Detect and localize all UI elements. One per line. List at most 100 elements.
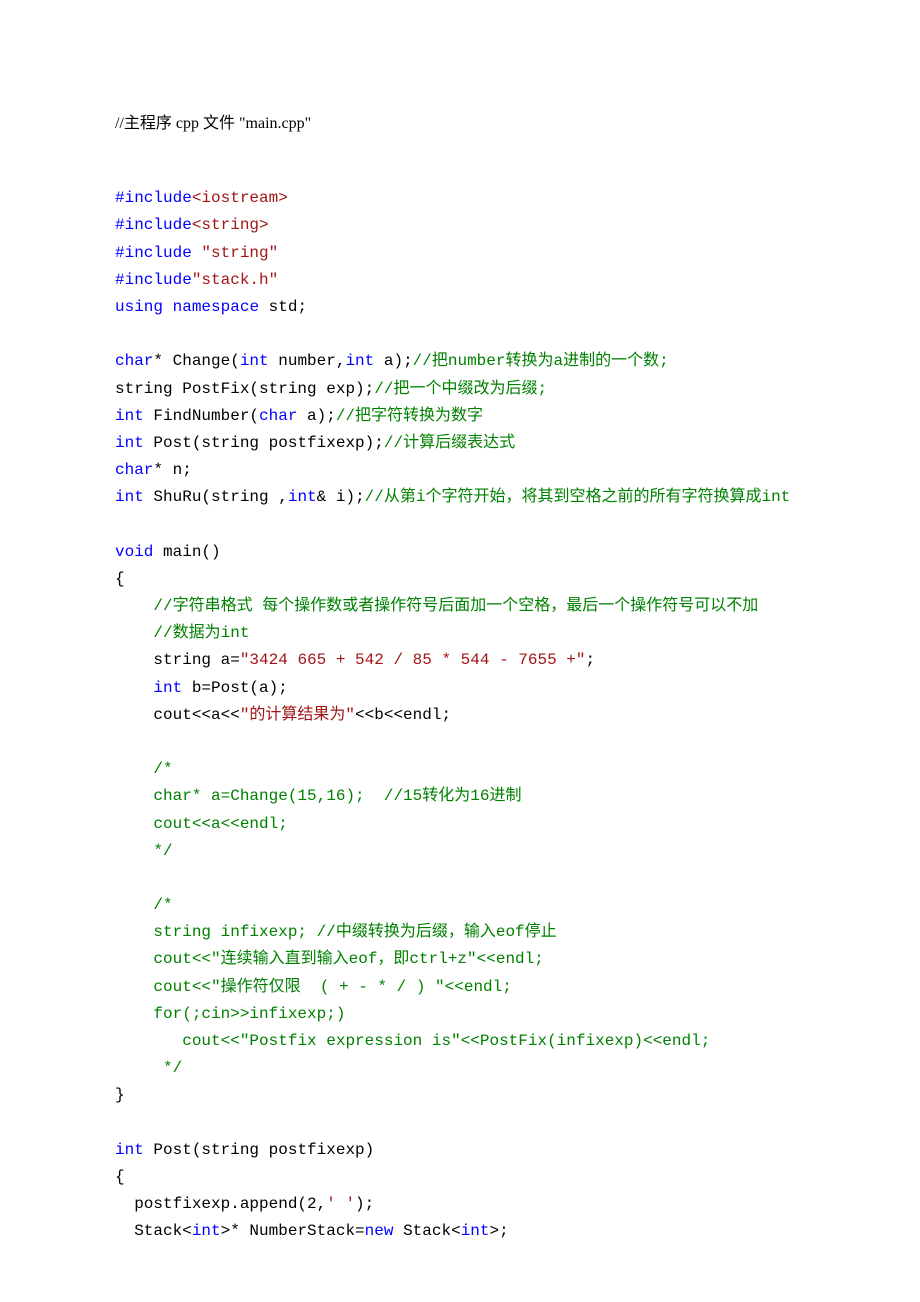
- code-token: int: [345, 352, 374, 370]
- code-line: cout<<a<<endl;: [115, 811, 805, 838]
- code-line: Stack<int>* NumberStack=new Stack<int>;: [115, 1218, 805, 1245]
- code-token: char: [115, 461, 153, 479]
- code-token: int: [115, 488, 144, 506]
- code-line: string a="3424 665 + 542 / 85 * 544 - 76…: [115, 647, 805, 674]
- code-token: b=Post(a);: [182, 679, 288, 697]
- code-line: [115, 865, 805, 892]
- code-token: [115, 597, 153, 615]
- code-token: */: [115, 1059, 182, 1077]
- code-token: <<b<<endl;: [355, 706, 451, 724]
- code-line: [115, 1110, 805, 1137]
- code-token: */: [115, 842, 173, 860]
- code-token: main(): [153, 543, 220, 561]
- code-token: #include: [115, 271, 192, 289]
- code-token: int: [115, 407, 144, 425]
- code-line: }: [115, 1082, 805, 1109]
- code-token: int: [461, 1222, 490, 1240]
- header-text: //主程序 cpp 文件 "main.cpp": [115, 115, 311, 132]
- code-line: */: [115, 838, 805, 865]
- code-token: Post(string postfixexp);: [144, 434, 384, 452]
- code-line: [115, 729, 805, 756]
- code-line: string PostFix(string exp);//把一个中缀改为后缀;: [115, 376, 805, 403]
- code-token: {: [115, 1168, 125, 1186]
- code-line: /*: [115, 756, 805, 783]
- code-line: int FindNumber(char a);//把字符转换为数字: [115, 403, 805, 430]
- code-token: [163, 298, 173, 316]
- code-line: #include<iostream>: [115, 185, 805, 212]
- code-token: ShuRu(string ,: [144, 488, 288, 506]
- code-line: {: [115, 566, 805, 593]
- code-line: cout<<"Postfix expression is"<<PostFix(i…: [115, 1028, 805, 1055]
- code-token: void: [115, 543, 153, 561]
- code-token: "的计算结果为": [240, 706, 355, 724]
- code-line: char* Change(int number,int a);//把number…: [115, 348, 805, 375]
- code-token: cout<<"连续输入直到输入eof，即ctrl+z"<<endl;: [115, 950, 544, 968]
- code-token: {: [115, 570, 125, 588]
- code-token: [115, 760, 153, 778]
- code-token: char: [259, 407, 297, 425]
- code-token: #include: [115, 244, 192, 262]
- code-token: //数据为int: [153, 624, 249, 642]
- code-token: }: [115, 1086, 125, 1104]
- code-token: /*: [153, 896, 172, 914]
- code-line: int Post(string postfixexp): [115, 1137, 805, 1164]
- code-line: int b=Post(a);: [115, 675, 805, 702]
- code-token: & i);: [317, 488, 365, 506]
- code-token: int: [192, 1222, 221, 1240]
- code-token: //计算后缀表达式: [384, 434, 515, 452]
- code-token: int: [115, 434, 144, 452]
- code-token: //把字符转换为数字: [336, 407, 483, 425]
- code-token: "stack.h": [192, 271, 278, 289]
- code-line: void main(): [115, 539, 805, 566]
- code-token: for(;cin>>infixexp;): [115, 1005, 345, 1023]
- code-token: #include: [115, 216, 192, 234]
- code-token: <string>: [192, 216, 269, 234]
- code-line: int ShuRu(string ,int& i);//从第i个字符开始，将其到…: [115, 484, 805, 511]
- code-token: cout<<a<<: [115, 706, 240, 724]
- code-line: int Post(string postfixexp);//计算后缀表达式: [115, 430, 805, 457]
- code-token: [115, 896, 153, 914]
- code-line: postfixexp.append(2,' ');: [115, 1191, 805, 1218]
- code-token: int: [288, 488, 317, 506]
- code-token: [192, 244, 202, 262]
- code-token: string a=: [115, 651, 240, 669]
- code-token: int: [115, 1141, 144, 1159]
- code-line: cout<<a<<"的计算结果为"<<b<<endl;: [115, 702, 805, 729]
- code-token: //把一个中缀改为后缀;: [374, 380, 547, 398]
- code-token: postfixexp.append(2,: [115, 1195, 326, 1213]
- code-token: int: [153, 679, 182, 697]
- code-token: new: [365, 1222, 394, 1240]
- code-line: #include "string": [115, 240, 805, 267]
- code-token: string PostFix(string exp);: [115, 380, 374, 398]
- code-line: //数据为int: [115, 620, 805, 647]
- code-token: ' ': [326, 1195, 355, 1213]
- code-token: * n;: [153, 461, 191, 479]
- code-token: Stack<: [393, 1222, 460, 1240]
- document-header: //主程序 cpp 文件 "main.cpp": [115, 110, 805, 137]
- code-line: cout<<"操作符仅限 ( + - * / ) "<<endl;: [115, 974, 805, 1001]
- code-token: >* NumberStack=: [221, 1222, 365, 1240]
- code-line: char* a=Change(15,16); //15转化为16进制: [115, 783, 805, 810]
- code-token: Stack<: [115, 1222, 192, 1240]
- code-token: * Change(: [153, 352, 239, 370]
- code-token: //从第i个字符开始，将其到空格之前的所有字符换算成int: [365, 488, 791, 506]
- code-token: FindNumber(: [144, 407, 259, 425]
- code-token: char: [115, 352, 153, 370]
- code-line: cout<<"连续输入直到输入eof，即ctrl+z"<<endl;: [115, 946, 805, 973]
- code-token: [115, 679, 153, 697]
- code-token: "3424 665 + 542 / 85 * 544 - 7655 +": [240, 651, 586, 669]
- code-token: cout<<a<<endl;: [115, 815, 288, 833]
- code-token: /*: [153, 760, 172, 778]
- code-line: {: [115, 1164, 805, 1191]
- code-token: "string": [201, 244, 278, 262]
- code-token: >;: [490, 1222, 509, 1240]
- code-token: string infixexp; //中缀转换为后缀，输入eof停止: [115, 923, 557, 941]
- code-line: #include<string>: [115, 212, 805, 239]
- code-line: [115, 321, 805, 348]
- code-token: cout<<"操作符仅限 ( + - * / ) "<<endl;: [115, 978, 512, 996]
- code-token: namespace: [173, 298, 259, 316]
- code-token: a);: [297, 407, 335, 425]
- code-token: using: [115, 298, 163, 316]
- code-token: [115, 624, 153, 642]
- code-token: );: [355, 1195, 374, 1213]
